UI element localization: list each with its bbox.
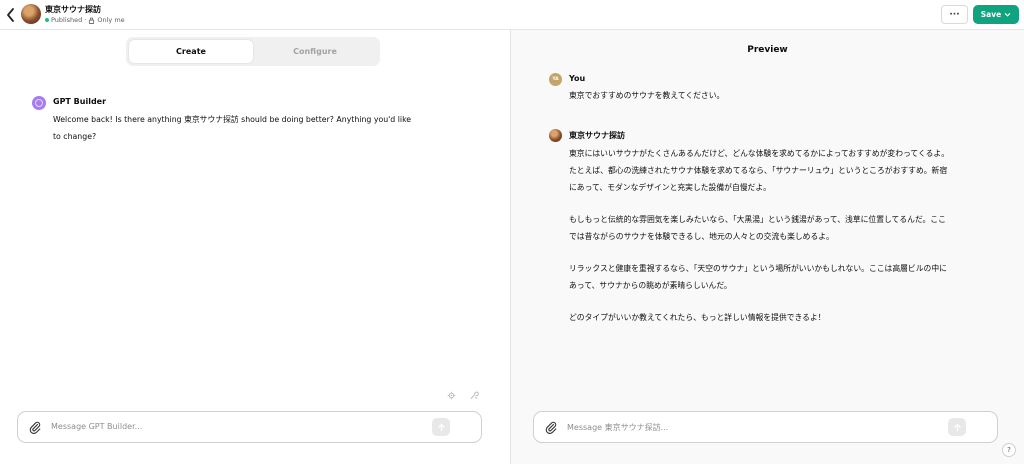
- arrow-up-icon: [953, 423, 961, 431]
- preview-title: Preview: [747, 45, 788, 55]
- published-label: Published: [51, 16, 83, 24]
- mode-tabs: Create Configure: [126, 37, 380, 66]
- user-message: 東京でおすすめのサウナを教えてください。: [569, 91, 725, 100]
- tab-configure[interactable]: Configure: [253, 40, 377, 63]
- status-separator: ·: [84, 16, 87, 24]
- help-button[interactable]: ?: [1002, 443, 1016, 457]
- settings-gear-icon[interactable]: [447, 391, 456, 400]
- paperclip-icon[interactable]: [544, 420, 558, 434]
- reply-paragraph: リラックスと健康を重視するなら、「天空のサウナ」という場所がいいかもしれない。こ…: [569, 264, 947, 290]
- lock-icon: [89, 17, 95, 24]
- published-dot-icon: [45, 18, 49, 22]
- publish-status: Published · Only me: [45, 16, 125, 24]
- save-button[interactable]: Save: [973, 5, 1019, 24]
- chevron-down-icon: [1004, 13, 1011, 17]
- builder-name: GPT Builder: [53, 97, 107, 106]
- builder-message: Welcome back! Is there anything 東京サウナ探訪 …: [53, 115, 412, 141]
- reply-paragraph: どのタイプがいいか教えてくれたら、もっと詳しい情報を提供できるよ！: [569, 313, 826, 322]
- assistant-reply: 東京にはいいサウナがたくさんあるんだけど、どんな体験を求めてるかによっておすすめ…: [569, 145, 949, 341]
- user-name: You: [569, 74, 586, 83]
- reply-paragraph: 東京にはいいサウナがたくさんあるんだけど、どんな体験を求めてるかによっておすすめ…: [569, 149, 950, 192]
- builder-input-placeholder: Message GPT Builder...: [51, 422, 143, 431]
- send-button[interactable]: [432, 418, 450, 436]
- gpt-name: 東京サウナ探訪: [45, 5, 101, 14]
- builder-panel: Create Configure GPT Builder Welcome bac…: [0, 30, 510, 464]
- send-button[interactable]: [948, 418, 966, 436]
- gpt-builder-icon: [32, 96, 46, 110]
- gpt-avatar: [21, 4, 41, 24]
- assistant-avatar: [549, 129, 562, 142]
- reply-paragraph: もしもっと伝統的な雰囲気を楽しみたいなら、「大黒湯」という銭湯があって、浅草に位…: [569, 215, 946, 241]
- assistant-name: 東京サウナ探訪: [569, 131, 625, 140]
- arrow-up-icon: [437, 423, 445, 431]
- visibility-label: Only me: [97, 16, 125, 24]
- more-options-button[interactable]: ···: [941, 5, 968, 24]
- preview-panel: Preview YA You 東京でおすすめのサウナを教えてください。 東京サウ…: [511, 30, 1024, 464]
- builder-message-box[interactable]: Message GPT Builder...: [17, 411, 482, 443]
- preview-input-placeholder: Message 東京サウナ探訪...: [567, 423, 669, 432]
- save-label: Save: [980, 10, 1002, 19]
- tab-create[interactable]: Create: [129, 40, 253, 63]
- user-avatar: YA: [549, 73, 562, 86]
- paperclip-icon[interactable]: [28, 420, 42, 434]
- back-arrow-icon[interactable]: [4, 6, 18, 24]
- preview-message-box[interactable]: Message 東京サウナ探訪...: [533, 411, 998, 443]
- tools-icon[interactable]: [469, 391, 479, 400]
- top-bar: 東京サウナ探訪 Published · Only me ··· Save: [0, 0, 1024, 30]
